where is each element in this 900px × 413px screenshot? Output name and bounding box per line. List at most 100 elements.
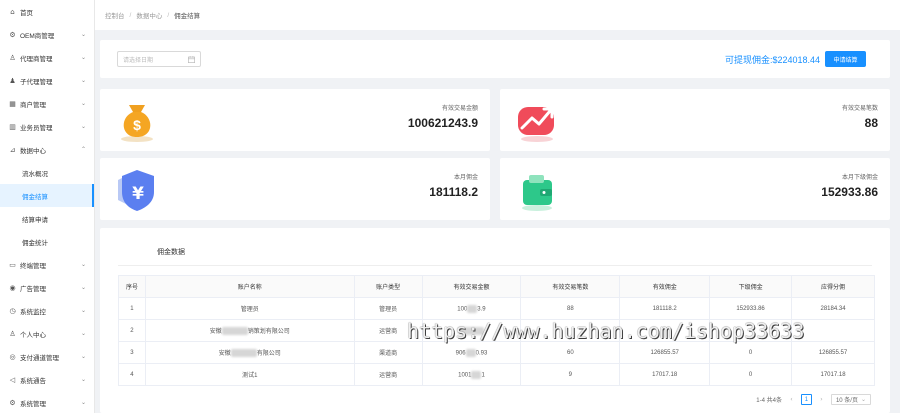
sidebar-item-label: 商户管理 <box>20 101 46 109</box>
sidebar-item-notice[interactable]: ◁ 系统通告 ⌄ <box>0 368 94 391</box>
sidebar-item-label: 首页 <box>20 9 33 17</box>
stat-label: 本月佣金 <box>453 175 478 181</box>
col-header: 有效交易金额 <box>421 275 522 298</box>
withdrawable-commission: 可提现佣金:$224018.44 <box>724 55 820 65</box>
monitor-icon: ◷ <box>9 306 16 315</box>
chevron-down-icon: ⌄ <box>80 261 86 268</box>
cell-part: 3.9 <box>477 306 486 313</box>
sidebar-item-gear[interactable]: ⚙ 系统管理 ⌄ <box>0 391 94 413</box>
sidebar-subitem-commission-settlement[interactable]: 佣金结算 <box>0 184 94 207</box>
stat-label: 本月下级佣金 <box>841 175 878 181</box>
redaction <box>230 349 257 358</box>
sidebar-item-channel[interactable]: ◎ 支付通道管理 ⌄ <box>0 345 94 368</box>
sidebar-subitem-label: 佣金结算 <box>22 193 48 201</box>
cell-part: 有限公司 <box>256 350 281 357</box>
sidebar-item-label: 系统管理 <box>20 400 46 408</box>
sidebar-item-briefcase[interactable]: ▥ 业务员管理 ⌄ <box>0 115 94 138</box>
sidebar-item-label: 代理商管理 <box>20 55 53 63</box>
money-bag-icon: $ <box>112 95 162 145</box>
sidebar-item-chart[interactable]: ⊿ 数据中心 ⌃ <box>0 138 94 161</box>
sidebar-item-profile[interactable]: ♙ 个人中心 ⌄ <box>0 322 94 345</box>
home-icon: ⌂ <box>10 7 15 16</box>
cell: 126855.57 <box>619 341 711 364</box>
chevron-down-icon: ⌄ <box>80 77 86 84</box>
cell-part: 1001 <box>458 372 472 379</box>
megaphone-icon: ◉ <box>9 283 16 292</box>
channel-icon: ◎ <box>9 352 16 361</box>
users-icon: ♟ <box>9 76 16 85</box>
col-header: 应得分佣 <box>791 275 875 298</box>
col-header: 有效交易笔数 <box>520 275 621 298</box>
cell: 测试1 <box>144 363 355 386</box>
sidebar-item-terminal[interactable]: ▭ 终端管理 ⌄ <box>0 253 94 276</box>
stat-value: 181118.2 <box>429 185 478 199</box>
table-title: 佣金数据 <box>157 249 185 256</box>
calendar-icon <box>188 55 195 63</box>
breadcrumb-console[interactable]: 控制台 <box>105 10 125 20</box>
sidebar-subitem-settlement-apply[interactable]: 结算申请 <box>0 207 94 230</box>
redaction <box>221 327 248 336</box>
sidebar-subitem-commission-stats[interactable]: 佣金统计 <box>0 230 94 253</box>
breadcrumb-data-center[interactable]: 数据中心 <box>136 10 162 20</box>
gear-icon: ⚙ <box>9 398 16 407</box>
stat-card-sub-commission: 本月下级佣金 152933.86 <box>500 158 890 220</box>
cell: 152933.86 <box>709 297 793 320</box>
cell: 126855.57 <box>791 341 875 364</box>
user-icon: ♙ <box>9 53 16 62</box>
chart-icon: ⊿ <box>9 145 16 154</box>
sidebar-item-label: 广告管理 <box>20 285 46 293</box>
chevron-down-icon: ⌄ <box>80 399 86 406</box>
store-icon: ▦ <box>9 99 16 108</box>
sidebar-item-label: 个人中心 <box>20 331 46 339</box>
sidebar-item-home[interactable]: ⌂ 首页 <box>0 0 94 23</box>
col-header: 下级佣金 <box>709 275 793 298</box>
sidebar-item-settings[interactable]: ⚙ OEM商管理 ⌄ <box>0 23 94 46</box>
sidebar-item-monitor[interactable]: ◷ 系统监控 ⌄ <box>0 299 94 322</box>
prev-page-icon[interactable]: ‹ <box>786 394 797 405</box>
briefcase-icon: ▥ <box>9 122 16 131</box>
cell: 管理员 <box>353 297 423 320</box>
chevron-down-icon: ⌄ <box>80 307 86 314</box>
chevron-down-icon: ⌄ <box>80 376 86 383</box>
breadcrumb: 控制台 / 数据中心 / 佣金结算 <box>95 0 900 30</box>
chevron-down-icon: ⌄ <box>80 123 86 130</box>
profile-icon: ♙ <box>9 329 16 338</box>
sidebar-item-users[interactable]: ♟ 子代理管理 ⌄ <box>0 69 94 92</box>
stat-card-commission: ¥ 本月佣金 181118.2 <box>100 158 490 220</box>
sidebar-subitem-flow[interactable]: 流水概况 <box>0 161 94 184</box>
yuan-shield-icon: ¥ <box>112 164 162 214</box>
cell: 4 <box>118 363 146 386</box>
page-size-select[interactable]: 10 条/页 ⌄ <box>830 394 871 405</box>
cell: 安徽 销策划有限公司 <box>144 319 355 342</box>
sidebar: ⌂ 首页 ⚙ OEM商管理 ⌄ ♙ 代理商管理 ⌄ ♟ 子代理管理 ⌄ ▦ 商户管理 ⌄ ▥ 业务员管理 ⌄ ⊿ 数… <box>0 0 95 413</box>
cell: 0 <box>709 341 793 364</box>
page-number[interactable]: 1 <box>800 394 812 405</box>
cell: 100 3.9 <box>421 297 522 320</box>
stat-label: 有效交易金额 <box>441 106 478 112</box>
table-row: 3 安徽 有限公司 渠道商 906 0.93 60 126855.57 0 1268… <box>118 341 875 364</box>
chevron-down-icon: ⌄ <box>80 100 86 107</box>
cell: 2 <box>118 319 146 342</box>
stat-card-amount: $ 有效交易金额 100621243.9 <box>100 89 490 151</box>
chevron-down-icon: ⌄ <box>80 54 86 61</box>
breadcrumb-separator: / <box>129 11 132 19</box>
cell: 安徽 有限公司 <box>144 341 355 364</box>
redaction <box>465 348 476 357</box>
svg-text:$: $ <box>133 117 141 133</box>
sidebar-item-store[interactable]: ▦ 商户管理 ⌄ <box>0 92 94 115</box>
sidebar-item-user[interactable]: ♙ 代理商管理 ⌄ <box>0 46 94 69</box>
date-placeholder: 请选择日期 <box>123 57 154 64</box>
cell: 9 <box>520 363 621 386</box>
cell: 17017.18 <box>619 363 711 386</box>
svg-text:¥: ¥ <box>132 184 144 204</box>
sidebar-item-megaphone[interactable]: ◉ 广告管理 ⌄ <box>0 276 94 299</box>
chevron-down-icon: ⌄ <box>80 31 86 38</box>
redaction <box>467 304 478 313</box>
apply-settlement-button[interactable]: 申请结算 <box>825 51 866 67</box>
stat-value: 100621243.9 <box>407 116 478 130</box>
cell-part: 销策划有限公司 <box>247 328 290 335</box>
cell: 管理员 <box>144 297 355 320</box>
table-row: 4 测试1 运营商 1001 1 9 17017.18 0 17017.18 <box>118 363 875 386</box>
date-picker-input[interactable]: 请选择日期 <box>117 51 201 67</box>
next-page-icon[interactable]: › <box>816 394 827 405</box>
